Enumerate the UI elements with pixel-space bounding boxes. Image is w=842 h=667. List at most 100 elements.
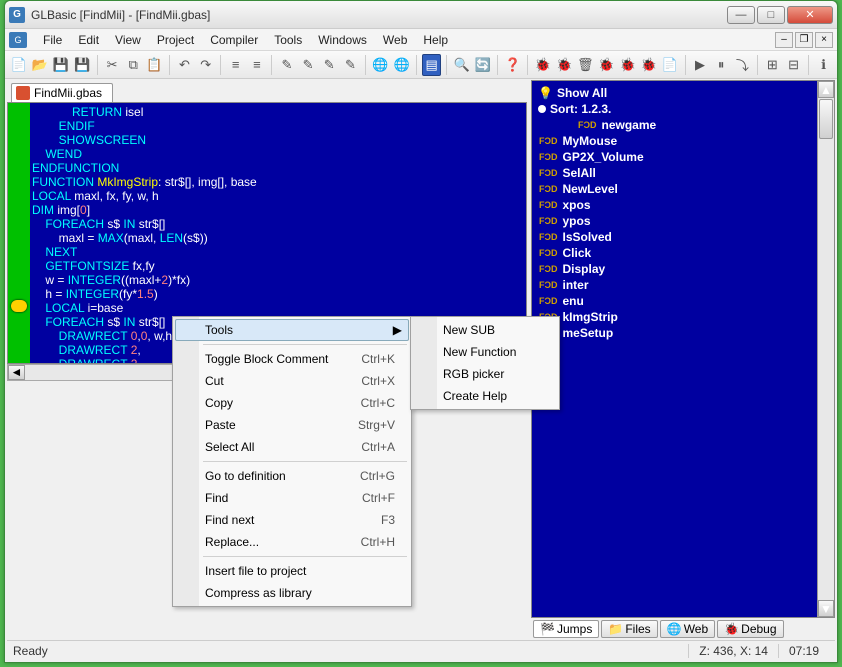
close-button[interactable]: ✕: [787, 6, 833, 24]
maximize-button[interactable]: □: [757, 6, 785, 24]
jumps-item-mesetup[interactable]: FƆDmeSetup: [534, 325, 832, 341]
function-badge-icon: FƆD: [538, 168, 559, 178]
save-button[interactable]: 💾: [51, 54, 70, 76]
mdi-close-button[interactable]: ×: [815, 32, 833, 48]
jumps-show-all[interactable]: 💡Show All: [534, 85, 832, 101]
pause-button[interactable]: ⏸: [712, 54, 731, 76]
new-file-button[interactable]: 📄: [9, 54, 28, 76]
ctx-find[interactable]: FindCtrl+F: [175, 487, 409, 509]
ctx-select-all[interactable]: Select AllCtrl+A: [175, 436, 409, 458]
mdi-restore-button[interactable]: ❐: [795, 32, 813, 48]
ctx-replace-[interactable]: Replace...Ctrl+H: [175, 531, 409, 553]
jumps-item-newlevel[interactable]: FƆDNewLevel: [534, 181, 832, 197]
layout1-button[interactable]: ⊞: [763, 54, 782, 76]
mdi-minimize-button[interactable]: –: [775, 32, 793, 48]
document-tab[interactable]: FindMii.gbas: [11, 83, 113, 102]
ctx-cut[interactable]: CutCtrl+X: [175, 370, 409, 392]
copy-button[interactable]: ⧉: [124, 54, 143, 76]
jumps-item-inter[interactable]: FƆDinter: [534, 277, 832, 293]
ctx-go-to-definition[interactable]: Go to definitionCtrl+G: [175, 465, 409, 487]
sidetab-files[interactable]: 📁Files: [601, 620, 657, 638]
editor-gutter[interactable]: STOP: [8, 103, 30, 363]
jumps-item-issolved[interactable]: FƆDIsSolved: [534, 229, 832, 245]
sidetab-debug[interactable]: 🐞Debug: [717, 620, 783, 638]
scroll-thumb[interactable]: [819, 99, 833, 139]
scroll-left-button[interactable]: ◄: [8, 365, 25, 380]
ctx-paste[interactable]: PasteStrg+V: [175, 414, 409, 436]
jumps-item-kimgstrip[interactable]: FƆDkImgStrip: [534, 309, 832, 325]
context-menu-tools[interactable]: Tools ▶: [175, 319, 409, 341]
side-tabs: 🏁Jumps📁Files🌐Web🐞Debug: [531, 618, 835, 640]
jumps-item-selall[interactable]: FƆDSelAll: [534, 165, 832, 181]
jumps-item-xpos[interactable]: FƆDxpos: [534, 197, 832, 213]
menu-help[interactable]: Help: [415, 31, 456, 49]
menu-web[interactable]: Web: [375, 31, 415, 49]
scroll-up-button[interactable]: ▲: [818, 81, 834, 98]
scroll-down-button[interactable]: ▼: [818, 600, 834, 617]
replace-button[interactable]: 🔄: [473, 54, 492, 76]
jumps-item-gp2x_volume[interactable]: FƆDGP2X_Volume: [534, 149, 832, 165]
tools-submenu[interactable]: New SUBNew FunctionRGB pickerCreate Help: [410, 316, 560, 410]
run-button[interactable]: ▶: [690, 54, 709, 76]
zoom-button[interactable]: 🔍: [452, 54, 471, 76]
bug2-button[interactable]: 🐞: [555, 54, 574, 76]
wizard2-button[interactable]: ✎: [299, 54, 318, 76]
sidetab-web[interactable]: 🌐Web: [660, 620, 715, 638]
undo-button[interactable]: ↶: [175, 54, 194, 76]
outdent-button[interactable]: ≡: [247, 54, 266, 76]
wizard4-button[interactable]: ✎: [341, 54, 360, 76]
indent-button[interactable]: ≡: [226, 54, 245, 76]
submenu-rgb-picker[interactable]: RGB picker: [413, 363, 557, 385]
status-position: Z: 436, X: 14: [688, 644, 778, 658]
layout2-button[interactable]: ⊟: [784, 54, 803, 76]
jumps-item-mymouse[interactable]: FƆDMyMouse: [534, 133, 832, 149]
toolbar: 📄 📂 💾 💾 ✂ ⧉ 📋 ↶ ↷ ≡ ≡ ✎ ✎ ✎ ✎ 🌐 🌐 ▤ 🔍 🔄 …: [5, 51, 837, 79]
ctx-toggle-block-comment[interactable]: Toggle Block CommentCtrl+K: [175, 348, 409, 370]
redo-button[interactable]: ↷: [196, 54, 215, 76]
menu-project[interactable]: Project: [149, 31, 202, 49]
jumps-item-click[interactable]: FƆDClick: [534, 245, 832, 261]
menu-file[interactable]: File: [35, 31, 70, 49]
step-button[interactable]: ⤵: [733, 54, 752, 76]
sidetab-jumps[interactable]: 🏁Jumps: [533, 620, 599, 638]
bug5-button[interactable]: 🐞: [639, 54, 658, 76]
toggle-panel-button[interactable]: ▤: [422, 54, 441, 76]
cut-button[interactable]: ✂: [103, 54, 122, 76]
jumps-item-display[interactable]: FƆDDisplay: [534, 261, 832, 277]
jumps-sort[interactable]: Sort: 1.2.3.: [534, 101, 832, 117]
titlebar[interactable]: G GLBasic [FindMii] - [FindMii.gbas] — □…: [5, 1, 837, 29]
trash-button[interactable]: 🗑: [576, 54, 595, 76]
ctx-insert-file-to-project[interactable]: Insert file to project: [175, 560, 409, 582]
context-menu[interactable]: Tools ▶ Toggle Block CommentCtrl+KCutCtr…: [172, 316, 412, 607]
menu-edit[interactable]: Edit: [70, 31, 107, 49]
bug3-button[interactable]: 🐞: [597, 54, 616, 76]
menu-tools[interactable]: Tools: [266, 31, 310, 49]
wizard-button[interactable]: ✎: [277, 54, 296, 76]
globe2-button[interactable]: 🌐: [392, 54, 411, 76]
submenu-create-help[interactable]: Create Help: [413, 385, 557, 407]
submenu-new-sub[interactable]: New SUB: [413, 319, 557, 341]
minimize-button[interactable]: —: [727, 6, 755, 24]
ctx-copy[interactable]: CopyCtrl+C: [175, 392, 409, 414]
submenu-new-function[interactable]: New Function: [413, 341, 557, 363]
function-badge-icon: FƆD: [538, 264, 559, 274]
about-button[interactable]: ℹ: [814, 54, 833, 76]
ctx-find-next[interactable]: Find nextF3: [175, 509, 409, 531]
jumps-item-enu[interactable]: FƆDenu: [534, 293, 832, 309]
open-button[interactable]: 📂: [30, 54, 49, 76]
menu-windows[interactable]: Windows: [310, 31, 375, 49]
bug4-button[interactable]: 🐞: [618, 54, 637, 76]
wizard3-button[interactable]: ✎: [320, 54, 339, 76]
save-all-button[interactable]: 💾: [73, 54, 92, 76]
globe-button[interactable]: 🌐: [371, 54, 390, 76]
menu-view[interactable]: View: [107, 31, 149, 49]
ctx-compress-as-library[interactable]: Compress as library: [175, 582, 409, 604]
jumps-item-ypos[interactable]: FƆDypos: [534, 213, 832, 229]
help-button[interactable]: ❓: [503, 54, 522, 76]
doc-button[interactable]: 📄: [660, 54, 679, 76]
jumps-vscrollbar[interactable]: ▲ ▼: [817, 81, 834, 617]
jumps-item-newgame[interactable]: FƆDnewgame: [534, 117, 832, 133]
menu-compiler[interactable]: Compiler: [202, 31, 266, 49]
bug1-button[interactable]: 🐞: [533, 54, 552, 76]
paste-button[interactable]: 📋: [145, 54, 164, 76]
